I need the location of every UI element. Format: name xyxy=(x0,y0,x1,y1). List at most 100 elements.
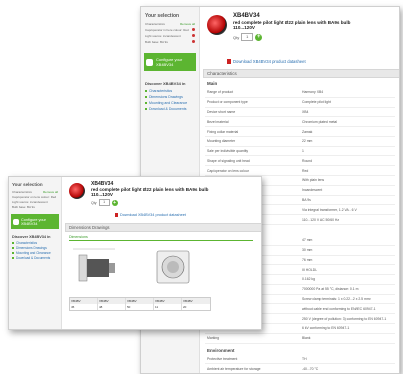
row-label: Bezel material xyxy=(207,119,229,124)
row-value: Red xyxy=(302,168,309,173)
selection-row-label: Bulb base: BA 9s xyxy=(145,40,168,44)
quantity-stepper: Qty 1 + xyxy=(233,33,393,41)
table-row: Range of product Harmony XB4 xyxy=(205,88,395,98)
discover-link-label: Characteristics xyxy=(16,240,38,245)
table-row: Protective treatment TH xyxy=(205,355,395,365)
row-value: Blank xyxy=(302,336,311,341)
selection-row-label: Light source: incandescent xyxy=(12,199,48,204)
configure-icon xyxy=(146,58,153,66)
bullet-icon xyxy=(145,90,147,92)
selection-row-label: Bulb base: BA 9s xyxy=(12,204,35,209)
table-cell: 20 xyxy=(183,305,187,309)
drawing-bezel xyxy=(78,254,88,282)
download-datasheet-link[interactable]: Download XB4BV34 product datasheet xyxy=(115,213,186,217)
quantity-stepper: Qty 1 + xyxy=(91,199,255,206)
remove-all-link[interactable]: Remove all xyxy=(43,190,58,194)
table-row: Bezel material Chromium plated metal xyxy=(205,117,395,128)
row-value: without cable end conforming to EN/IEC 6… xyxy=(302,306,376,311)
row-label: Marking xyxy=(207,336,220,341)
table-row: Mounting diameter 22 mm xyxy=(205,137,395,147)
qty-label: Qty xyxy=(91,200,97,205)
discover-link[interactable]: Download & Documents xyxy=(9,255,61,260)
section-heading: Environment xyxy=(207,347,235,353)
table-row: Fixing collar material Zamak xyxy=(205,127,395,137)
row-value: BA 9s xyxy=(302,197,311,202)
main-heading: Main xyxy=(207,81,218,86)
row-label: Device short name xyxy=(207,109,236,114)
download-datasheet-link[interactable]: Download XB4BV34 product datasheet xyxy=(227,59,306,64)
row-label: Sale per indivisible quantity xyxy=(207,149,249,154)
table-cell: 48 xyxy=(98,304,126,310)
row-value: Harmony XB4 xyxy=(302,90,324,95)
row-value: 22 mm xyxy=(302,139,313,144)
remove-icon[interactable] xyxy=(192,34,195,37)
download-label: Download XB4BV34 product datasheet xyxy=(233,59,306,64)
row-value: 0.162 kg xyxy=(302,277,316,282)
remove-all-link[interactable]: Remove all xyxy=(180,22,195,26)
selection-row: Cap/operator on lens colour: Red xyxy=(9,194,61,199)
row-value: TH xyxy=(302,356,307,361)
row-value: 250 V (degree of pollution: 3) conformin… xyxy=(302,316,387,321)
row-label: Protective treatment xyxy=(207,356,238,361)
add-to-cart-button[interactable]: + xyxy=(111,199,118,206)
table-row: Product or component type Complete pilot … xyxy=(205,98,395,108)
product-subtitle: 110...120V xyxy=(91,192,113,197)
table-row: Device short name XB4 xyxy=(205,108,395,118)
selection-row: Bulb base: BA 9s xyxy=(141,39,199,45)
discover-link-label: Mounting and Clearance xyxy=(16,250,51,255)
row-value: With plain lens xyxy=(302,178,325,183)
drawing-lens-inner xyxy=(167,261,179,273)
row-value: -40...70 °C xyxy=(302,366,319,371)
characteristics-bar: Characteristics xyxy=(203,69,399,78)
row-value: Round xyxy=(302,158,312,163)
add-to-cart-button[interactable]: + xyxy=(255,33,263,41)
row-value: Zamak xyxy=(302,129,313,134)
selection-title: Your selection xyxy=(145,13,180,19)
dimensions-drawings-bar: Dimensions Drawings xyxy=(65,223,261,232)
row-value: Screw clamp terminals: 1 x 0.22...2 x 2.… xyxy=(302,297,371,302)
row-value: 7000000 Pa at 55 °C, distance: 0.1 m xyxy=(302,287,359,292)
table-row: Ambient air temperature for storage -40..… xyxy=(205,364,395,373)
remove-icon[interactable] xyxy=(192,28,195,31)
product-image xyxy=(207,15,227,35)
bullet-icon xyxy=(145,108,147,110)
pdf-icon xyxy=(115,213,118,217)
bullet-icon xyxy=(12,256,14,259)
selection-row-label: Characteristics xyxy=(145,22,165,26)
qty-input[interactable]: 1 xyxy=(98,199,110,206)
row-label: Shape of signaling unit head xyxy=(207,158,250,163)
row-value: Via integral transformer, 1.2 VA - 6 V xyxy=(302,207,357,212)
discover-link-label: Download & Documents xyxy=(16,255,51,260)
table-cell: 11 xyxy=(154,304,182,310)
configure-button[interactable]: Configure your XB4BV34 xyxy=(11,214,59,229)
discover-link[interactable]: Download & Documents xyxy=(141,106,199,112)
row-value: Incandescent xyxy=(302,188,323,193)
table-cell: 50 xyxy=(126,304,154,310)
drawing-body xyxy=(87,259,109,277)
table-row: Marking Blank xyxy=(205,334,395,344)
qty-input[interactable]: 1 xyxy=(241,33,254,41)
dimensions-rule xyxy=(69,240,253,241)
table-row: Cap/operator on lens colour Red xyxy=(205,166,395,177)
discover-title: Discover XB4BV34 in xyxy=(145,81,186,86)
pdf-icon xyxy=(227,59,231,64)
dimension-drawing xyxy=(73,248,190,284)
configure-icon xyxy=(13,218,19,225)
configure-button[interactable]: Configure your XB4BV34 xyxy=(144,53,196,71)
table-cell: 45 xyxy=(70,304,98,310)
product-ref: XB4BV34 xyxy=(233,13,260,19)
row-value: Chromium plated metal xyxy=(302,119,338,124)
row-value: 30 mm xyxy=(302,248,313,253)
discover-title: Discover XB4BV34 in xyxy=(12,235,51,239)
discover-link-label: Dimensions Drawings xyxy=(16,245,47,250)
row-value: 76 mm xyxy=(302,257,313,262)
row-label: Ambient air temperature for storage xyxy=(207,366,261,371)
row-value: Complete pilot light xyxy=(302,100,331,105)
selection-row-label: Cap/operator in here colour: Red xyxy=(145,28,189,32)
selection-row: Bulb base: BA 9s xyxy=(9,204,61,209)
row-label: Cap/operator on lens colour xyxy=(207,168,249,173)
row-label: Mounting diameter xyxy=(207,139,236,144)
remove-icon[interactable] xyxy=(192,40,195,43)
row-label: Product or component type xyxy=(207,100,248,105)
selection-row-label: Light source: incandescent xyxy=(145,34,181,38)
